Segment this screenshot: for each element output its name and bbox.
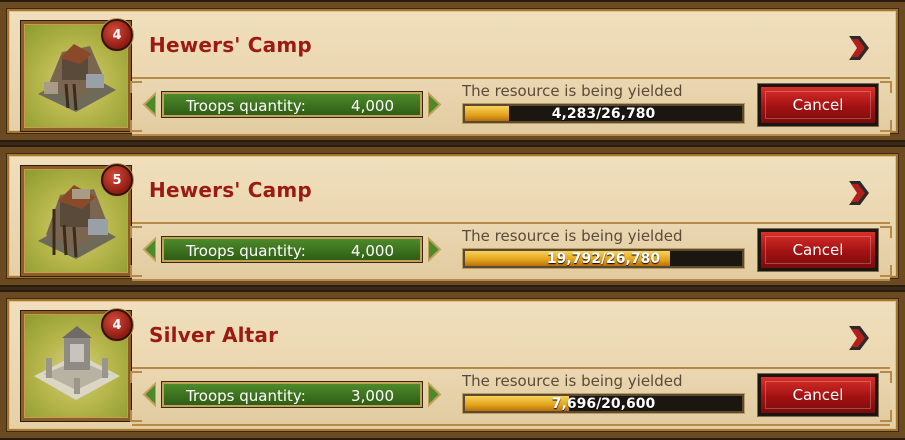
- yield-status-text: The resource is being yielded: [462, 372, 683, 390]
- level-badge: 4: [101, 19, 133, 51]
- progress-text: 19,792/26,780: [546, 251, 661, 267]
- yield-progress-bar: 7,696/20,600: [463, 394, 744, 413]
- resource-card: 4 Silver Altar Troops quantity: 3,000 Th…: [0, 290, 905, 440]
- progress-text: 4,283/26,780: [551, 106, 656, 122]
- yield-status-text: The resource is being yielded: [462, 82, 683, 100]
- cancel-button[interactable]: Cancel: [758, 84, 878, 126]
- troops-value: 4,000: [351, 97, 394, 115]
- site-title: Hewers' Camp: [149, 33, 312, 57]
- troops-quantity-bar: Troops quantity: 4,000: [142, 236, 442, 263]
- chevron-right-icon: [849, 181, 869, 205]
- card-frame: 5 Hewers' Camp Troops quantity: 4,000 Th…: [7, 154, 898, 281]
- yield-status-text: The resource is being yielded: [462, 227, 683, 245]
- details-arrow-button[interactable]: [845, 323, 871, 353]
- troops-label: Troops quantity:: [186, 387, 306, 405]
- card-frame: 4 Silver Altar Troops quantity: 3,000 Th…: [7, 299, 898, 431]
- details-arrow-button[interactable]: [845, 33, 871, 63]
- troops-label: Troops quantity:: [186, 242, 306, 260]
- troops-quantity-bar: Troops quantity: 4,000: [142, 91, 442, 118]
- right-ornament-icon: [428, 381, 442, 408]
- left-ornament-icon: [142, 236, 156, 263]
- resource-card: 4 Hewers' Camp Troops quantity: 4,000 Th…: [0, 0, 905, 142]
- yield-progress-bar: 19,792/26,780: [463, 249, 744, 268]
- resource-site-list: 4 Hewers' Camp Troops quantity: 4,000 Th…: [0, 0, 905, 440]
- info-panel: Troops quantity: 4,000 The resource is b…: [130, 77, 892, 136]
- site-title: Silver Altar: [149, 323, 279, 347]
- info-panel: Troops quantity: 4,000 The resource is b…: [130, 222, 892, 281]
- troops-value: 3,000: [351, 387, 394, 405]
- details-arrow-button[interactable]: [845, 178, 871, 208]
- troops-quantity-bar: Troops quantity: 3,000: [142, 381, 442, 408]
- left-ornament-icon: [142, 91, 156, 118]
- right-ornament-icon: [428, 236, 442, 263]
- site-title: Hewers' Camp: [149, 178, 312, 202]
- card-frame: 4 Hewers' Camp Troops quantity: 4,000 Th…: [7, 9, 898, 136]
- cancel-button[interactable]: Cancel: [758, 229, 878, 271]
- troops-value: 4,000: [351, 242, 394, 260]
- info-panel: Troops quantity: 3,000 The resource is b…: [130, 367, 892, 426]
- cancel-button[interactable]: Cancel: [758, 374, 878, 416]
- right-ornament-icon: [428, 91, 442, 118]
- yield-progress-bar: 4,283/26,780: [463, 104, 744, 123]
- level-badge: 5: [101, 164, 133, 196]
- level-badge: 4: [101, 309, 133, 341]
- progress-text: 7,696/20,600: [551, 396, 656, 412]
- left-ornament-icon: [142, 381, 156, 408]
- resource-card: 5 Hewers' Camp Troops quantity: 4,000 Th…: [0, 145, 905, 287]
- chevron-right-icon: [849, 326, 869, 350]
- troops-label: Troops quantity:: [186, 97, 306, 115]
- chevron-right-icon: [849, 36, 869, 60]
